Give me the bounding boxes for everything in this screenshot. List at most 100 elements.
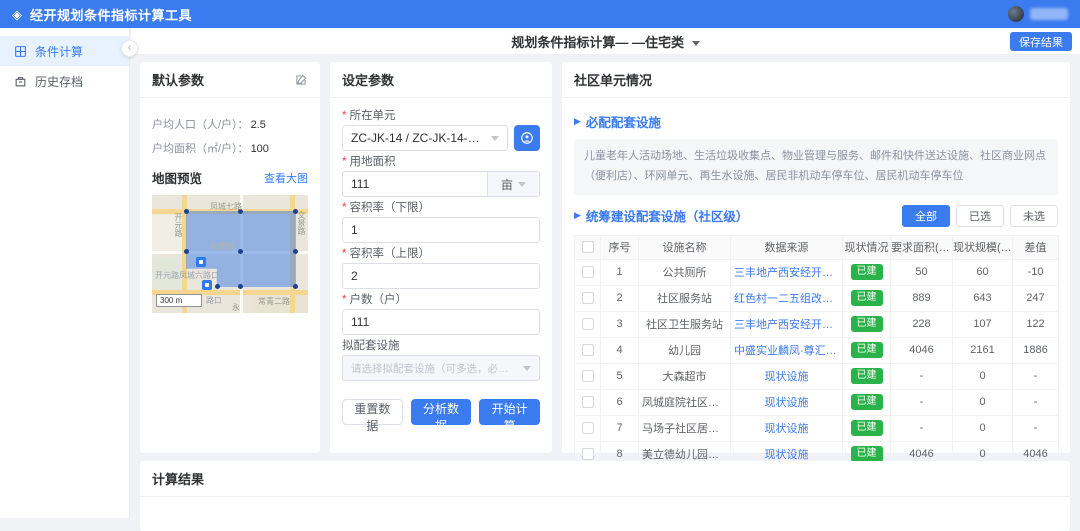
avg-area-value: 100 xyxy=(251,143,269,155)
planned-facilities-field-label: 拟配套设施 xyxy=(342,338,540,355)
cell-name: 凤城庭院社区居... xyxy=(639,389,731,415)
column-header: 设施名称 xyxy=(639,235,731,259)
cell-diff: - xyxy=(1013,389,1059,415)
built-status-badge: 已建 xyxy=(851,446,883,462)
edit-icon[interactable] xyxy=(294,73,308,87)
username-redacted xyxy=(1030,8,1068,20)
row-checkbox[interactable] xyxy=(582,344,594,356)
page-header: 规划条件指标计算— —住宅类 保存结果 xyxy=(131,28,1080,55)
cell-current-scale: 0 xyxy=(953,415,1013,441)
cell-status: 已建 xyxy=(843,259,891,285)
row-checkbox[interactable] xyxy=(582,448,594,460)
source-link[interactable]: 现状设施 xyxy=(765,394,809,410)
cell-name: 幼儿园 xyxy=(639,337,731,363)
row-checkbox xyxy=(575,337,601,363)
far-lower-field-label: 容积率（下限） xyxy=(342,200,540,217)
household-count-input[interactable] xyxy=(342,309,540,335)
cell-source: 红色村一二五组改造工程... xyxy=(731,285,843,311)
cell-source: 三丰地产西安经开区项目... xyxy=(731,259,843,285)
far-lower-input[interactable] xyxy=(342,217,540,243)
row-checkbox[interactable] xyxy=(582,422,594,434)
column-header: 序号 xyxy=(601,235,639,259)
row-checkbox[interactable] xyxy=(582,370,594,382)
row-checkbox[interactable] xyxy=(582,396,594,408)
source-link[interactable]: 现状设施 xyxy=(765,368,809,384)
sidebar-item-history-archive[interactable]: 历史存档 xyxy=(0,66,129,96)
cell-no: 2 xyxy=(601,285,639,311)
row-checkbox[interactable] xyxy=(582,292,594,304)
facility-table-body: 1公共厕所三丰地产西安经开区项目...已建5060-102社区服务站红色村一二五… xyxy=(575,259,1059,467)
coordinated-facilities-section-title: ▶ 统筹建设配套设施（社区级） xyxy=(574,206,748,225)
map-road-label: 永 xyxy=(232,304,240,312)
source-link[interactable]: 中盛实业麟凤·尊汇-波工... xyxy=(734,342,839,358)
triangle-right-icon: ▶ xyxy=(574,117,581,126)
chevron-down-icon xyxy=(692,41,700,46)
built-status-badge: 已建 xyxy=(851,368,883,384)
row-checkbox xyxy=(575,415,601,441)
row-checkbox xyxy=(575,389,601,415)
select-all-checkbox[interactable] xyxy=(582,241,594,253)
user-avatar[interactable] xyxy=(1008,6,1024,22)
topbar: ◈ 经开规划条件指标计算工具 xyxy=(0,0,1080,28)
view-large-map-link[interactable]: 查看大图 xyxy=(264,170,308,186)
sidebar-item-condition-calc[interactable]: 条件计算 xyxy=(0,36,129,66)
column-header: 差值 xyxy=(1013,235,1059,259)
filter-unselected-button[interactable]: 未选 xyxy=(1010,205,1058,227)
person-pin-icon xyxy=(520,131,534,145)
cell-required-area: 4046 xyxy=(891,337,953,363)
set-params-title: 设定参数 xyxy=(342,70,394,89)
analyze-data-button[interactable]: 分析数据 xyxy=(411,399,472,425)
cell-status: 已建 xyxy=(843,363,891,389)
source-link[interactable]: 现状设施 xyxy=(765,420,809,436)
cell-source: 现状设施 xyxy=(731,415,843,441)
sidebar-item-label: 历史存档 xyxy=(35,73,83,90)
sidebar-collapse-icon[interactable]: ‹ xyxy=(121,40,138,57)
locate-on-map-button[interactable] xyxy=(514,125,540,151)
source-link[interactable]: 红色村一二五组改造工程... xyxy=(734,290,839,306)
filter-all-button[interactable]: 全部 xyxy=(902,205,950,227)
chevron-down-icon xyxy=(491,136,499,141)
reset-data-button[interactable]: 重置数据 xyxy=(342,399,403,425)
far-upper-input[interactable] xyxy=(342,263,540,289)
table-row: 3社区卫生服务站三丰地产西安经开区项目...已建228107122 xyxy=(575,311,1059,337)
sidebar: 条件计算 历史存档 xyxy=(0,28,130,518)
cell-source: 现状设施 xyxy=(731,363,843,389)
source-link[interactable]: 三丰地产西安经开区项目... xyxy=(734,316,839,332)
cell-current-scale: 0 xyxy=(953,389,1013,415)
map-road-label: 开元路 xyxy=(174,213,182,237)
source-link[interactable]: 三丰地产西安经开区项目... xyxy=(734,264,839,280)
row-checkbox[interactable] xyxy=(582,266,594,278)
cell-diff: - xyxy=(1013,363,1059,389)
table-header-row: 序号设施名称数据来源现状情况要求面积(㎡)现状规模(㎡)差值 xyxy=(575,235,1059,259)
facility-table: 序号设施名称数据来源现状情况要求面积(㎡)现状规模(㎡)差值 1公共厕所三丰地产… xyxy=(574,235,1059,468)
cell-source: 三丰地产西安经开区项目... xyxy=(731,311,843,337)
sidebar-item-label: 条件计算 xyxy=(35,43,83,60)
cell-diff: 1886 xyxy=(1013,337,1059,363)
column-header: 现状规模(㎡) xyxy=(953,235,1013,259)
far-upper-field-label: 容积率（上限） xyxy=(342,246,540,263)
community-unit-title: 社区单元情况 xyxy=(574,70,652,89)
unit-select[interactable]: ZC-JK-14 / ZC-JK-14-B / ZC-JK-14-B-02 xyxy=(342,125,508,151)
cell-no: 3 xyxy=(601,311,639,337)
map-junction-label: 路口 xyxy=(206,297,222,305)
cell-required-area: 228 xyxy=(891,311,953,337)
community-unit-card: 社区单元情况 ▶ 必配配套设施 儿童老年人活动场地、生活垃圾收集点、物业管理与服… xyxy=(562,62,1070,453)
filter-selected-button[interactable]: 已选 xyxy=(956,205,1004,227)
built-status-badge: 已建 xyxy=(851,290,883,306)
source-link[interactable]: 现状设施 xyxy=(765,446,809,462)
cell-source: 现状设施 xyxy=(731,389,843,415)
start-calc-button[interactable]: 开始计算 xyxy=(479,399,540,425)
column-header: 数据来源 xyxy=(731,235,843,259)
area-unit-select[interactable]: 亩 xyxy=(487,172,539,196)
land-area-input[interactable] xyxy=(343,172,487,196)
save-result-button[interactable]: 保存结果 xyxy=(1010,32,1072,51)
cell-name: 大森超市 xyxy=(639,363,731,389)
category-dropdown[interactable]: 规划条件指标计算— —住宅类 xyxy=(131,32,1080,51)
planned-facilities-select[interactable]: 请选择拟配套设施（可多选，必配设施会自动计算） xyxy=(342,355,540,381)
cell-no: 6 xyxy=(601,389,639,415)
cell-diff: - xyxy=(1013,415,1059,441)
set-params-card: 设定参数 所在单元 ZC-JK-14 / ZC-JK-14-B / ZC-JK-… xyxy=(330,62,552,453)
row-checkbox[interactable] xyxy=(582,318,594,330)
map-preview[interactable]: 凤城七路 开元路 文景路 彭德路 开元路凤城六路口 路口 常青二路 永 300 … xyxy=(152,195,308,313)
map-road-label: 凤城七路 xyxy=(210,203,242,211)
